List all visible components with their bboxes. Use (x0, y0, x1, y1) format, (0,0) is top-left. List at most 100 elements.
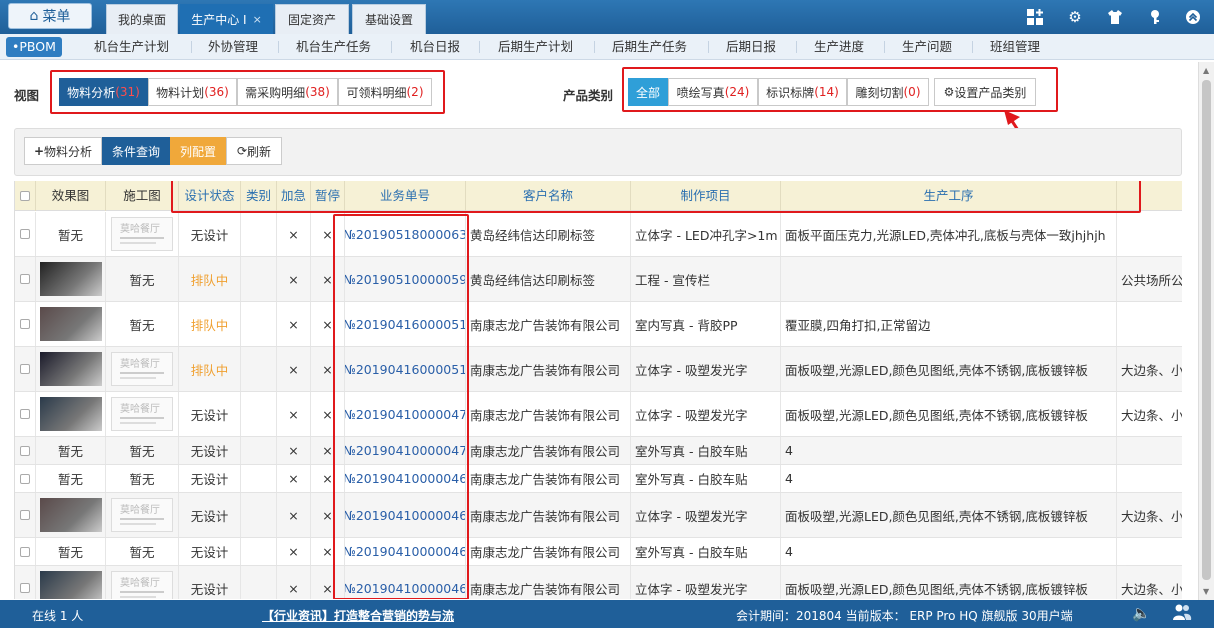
tab-label: 生产中心 I (191, 13, 247, 27)
order-number-link[interactable]: №20190410000047 (345, 443, 465, 458)
drawing-thumbnail[interactable]: 莫哈餐厅 (111, 217, 173, 251)
order-number-link[interactable]: №20190518000063 (345, 227, 465, 242)
cell-process: 面板平面压克力,光源LED,壳体冲孔,底板与壳体一致jhjhjh (781, 212, 1117, 256)
drawing-thumbnail[interactable]: 莫哈餐厅 (111, 498, 173, 532)
refresh-button[interactable]: ⟳ 刷新 (226, 137, 282, 165)
subnav-pbom[interactable]: •PBOM (6, 37, 62, 57)
no-image-text: 暂无 (129, 472, 155, 487)
gear-icon[interactable]: ⚙ (1066, 8, 1084, 26)
cell-order: №20190518000063 (345, 212, 466, 256)
row-checkbox[interactable] (20, 364, 30, 374)
subnav-progress[interactable]: 生产进度 (814, 34, 864, 60)
table-row[interactable]: 暂无 排队中 × × №20190416000051 南康志龙广告装饰有限公司 室内写真 -… (15, 302, 1182, 347)
tab-label: 基础设置 (364, 13, 413, 27)
add-module-icon[interactable] (1026, 8, 1044, 26)
table-row[interactable]: 莫哈餐厅 无设计 × × №20190410000046 南康志龙广告装饰有限公司 立体字 … (15, 493, 1182, 538)
order-number-link[interactable]: №20190416000051 (345, 362, 465, 377)
row-checkbox[interactable] (20, 229, 30, 239)
effect-thumbnail[interactable] (39, 571, 102, 599)
subnav-post-plan[interactable]: 后期生产计划 (498, 34, 573, 60)
view-tab-available-detail[interactable]: 可领料明细 (2) (338, 78, 432, 106)
condition-query-button[interactable]: 条件查询 (102, 137, 170, 165)
row-checkbox[interactable] (20, 409, 30, 419)
subnav-machine-tasks[interactable]: 机台生产任务 (296, 34, 371, 60)
news-link[interactable]: 【行业资讯】打造整合营销的势与流 (262, 607, 454, 624)
no-image-text: 暂无 (129, 317, 155, 333)
scrollbar-thumb[interactable] (1202, 80, 1211, 580)
item-text: 立体字 - LED冲孔字>1m (635, 227, 778, 243)
row-checkbox[interactable] (20, 546, 30, 557)
column-config-button[interactable]: 列配置 (170, 137, 226, 165)
tab-fixed-assets[interactable]: 固定资产 (275, 4, 349, 34)
subnav-team-mgmt[interactable]: 班组管理 (990, 34, 1040, 60)
vertical-scrollbar[interactable]: ▲ ▼ (1198, 62, 1214, 600)
cell-status: 无设计 (179, 212, 241, 256)
table-row[interactable]: 莫哈餐厅 无设计 × × №20190410000046 南康志龙广告装饰有限公司 立体字 … (15, 566, 1182, 599)
subnav-machine-plan[interactable]: 机台生产计划 (94, 34, 169, 60)
key-icon[interactable] (1146, 8, 1164, 26)
row-checkbox[interactable] (20, 319, 30, 329)
settings-category-button[interactable]: ⚙ 设置产品类别 (934, 78, 1036, 106)
subnav-machine-daily[interactable]: 机台日报 (410, 34, 460, 60)
effect-thumbnail[interactable] (39, 397, 102, 431)
tab-basic-settings[interactable]: 基础设置 (352, 4, 426, 34)
tab-production-center[interactable]: 生产中心 I × (180, 4, 273, 34)
cell-urgent: × (277, 347, 311, 391)
urgent-text: × (288, 580, 299, 596)
row-checkbox[interactable] (20, 445, 30, 456)
order-number-link[interactable]: №20190410000046 (345, 544, 465, 559)
row-checkbox[interactable] (20, 510, 30, 520)
subnav-post-daily[interactable]: 后期日报 (726, 34, 776, 60)
order-number-link[interactable]: №20190410000046 (345, 581, 465, 596)
no-image-text: 暂无 (129, 444, 155, 459)
shirt-icon[interactable] (1106, 8, 1124, 26)
order-number-link[interactable]: №20190410000047 (345, 407, 465, 422)
subnav-issues[interactable]: 生产问题 (902, 34, 952, 60)
collapse-up-icon[interactable] (1184, 8, 1202, 26)
header-select-all[interactable] (15, 181, 36, 211)
table-row[interactable]: 暂无 排队中 × × №20190510000059 黄岛经纬信达印刷标签 工程 - 宣传栏… (15, 257, 1182, 302)
drawing-thumbnail[interactable]: 莫哈餐厅 (111, 397, 173, 431)
close-icon[interactable]: × (253, 13, 262, 26)
category-tab-signage[interactable]: 标识标牌 (14) (758, 78, 847, 106)
cell-item: 室外写真 - 白胶车贴 (631, 538, 781, 565)
table-row[interactable]: 莫哈餐厅 排队中 × × №20190416000051 南康志龙广告装饰有限公司 立体字 … (15, 347, 1182, 392)
drawing-thumbnail[interactable]: 莫哈餐厅 (111, 571, 173, 599)
view-tab-material-analysis[interactable]: 物料分析 (31) (59, 78, 148, 106)
category-tab-printing[interactable]: 喷绘写真 (24) (668, 78, 758, 106)
item-text: 室外写真 - 白胶车贴 (635, 545, 748, 560)
effect-thumbnail[interactable] (39, 262, 102, 296)
cell-pause: × (311, 212, 345, 256)
cell-urgent: × (277, 566, 311, 599)
category-tab-engraving[interactable]: 雕刻切割 (0) (847, 78, 929, 106)
row-checkbox[interactable] (20, 274, 30, 284)
drawing-thumbnail[interactable]: 莫哈餐厅 (111, 352, 173, 386)
material-analysis-button[interactable]: + 物料分析 (24, 137, 102, 165)
users-icon[interactable] (1172, 603, 1192, 624)
view-tab-material-plan[interactable]: 物料计划 (36) (148, 78, 237, 106)
table-row[interactable]: 莫哈餐厅 无设计 × × №20190410000047 南康志龙广告装饰有限公司 立体字 … (15, 392, 1182, 437)
menu-button[interactable]: ⌂ 菜单 (8, 3, 92, 29)
tab-my-desktop[interactable]: 我的桌面 (106, 4, 178, 34)
table-row[interactable]: 暂无 暂无 无设计 × × №20190410000046 南康志龙广告装饰有限公司 室外写真… (15, 465, 1182, 493)
effect-thumbnail[interactable] (39, 307, 102, 341)
table-row[interactable]: 暂无 暂无 无设计 × × №20190410000046 南康志龙广告装饰有限公司 室外写真… (15, 538, 1182, 566)
category-tab-all[interactable]: 全部 (628, 78, 668, 106)
order-number-link[interactable]: №20190410000046 (345, 471, 465, 486)
svg-text:莫哈餐厅: 莫哈餐厅 (120, 222, 160, 235)
row-checkbox[interactable] (20, 473, 30, 484)
order-number-link[interactable]: №20190416000051 (345, 317, 465, 332)
order-number-link[interactable]: №20190410000046 (345, 508, 465, 523)
row-checkbox[interactable] (20, 583, 30, 593)
effect-thumbnail[interactable] (39, 498, 102, 532)
home-icon: ⌂ (29, 8, 39, 24)
view-tab-purchase-detail[interactable]: 需采购明细 (38) (237, 78, 338, 106)
order-number-link[interactable]: №20190510000059 (345, 272, 465, 287)
subnav-outsourcing[interactable]: 外协管理 (208, 34, 258, 60)
subnav-post-tasks[interactable]: 后期生产任务 (612, 34, 687, 60)
table-row[interactable]: 暂无 莫哈餐厅 无设计 × × №20190518000063 黄岛经纬信达印刷标签 立体字 … (15, 212, 1182, 257)
speaker-icon[interactable]: 🔈 (1132, 604, 1151, 622)
pause-text: × (322, 544, 333, 559)
effect-thumbnail[interactable] (39, 352, 102, 386)
table-row[interactable]: 暂无 暂无 无设计 × × №20190410000047 南康志龙广告装饰有限公司 室外写真… (15, 437, 1182, 465)
